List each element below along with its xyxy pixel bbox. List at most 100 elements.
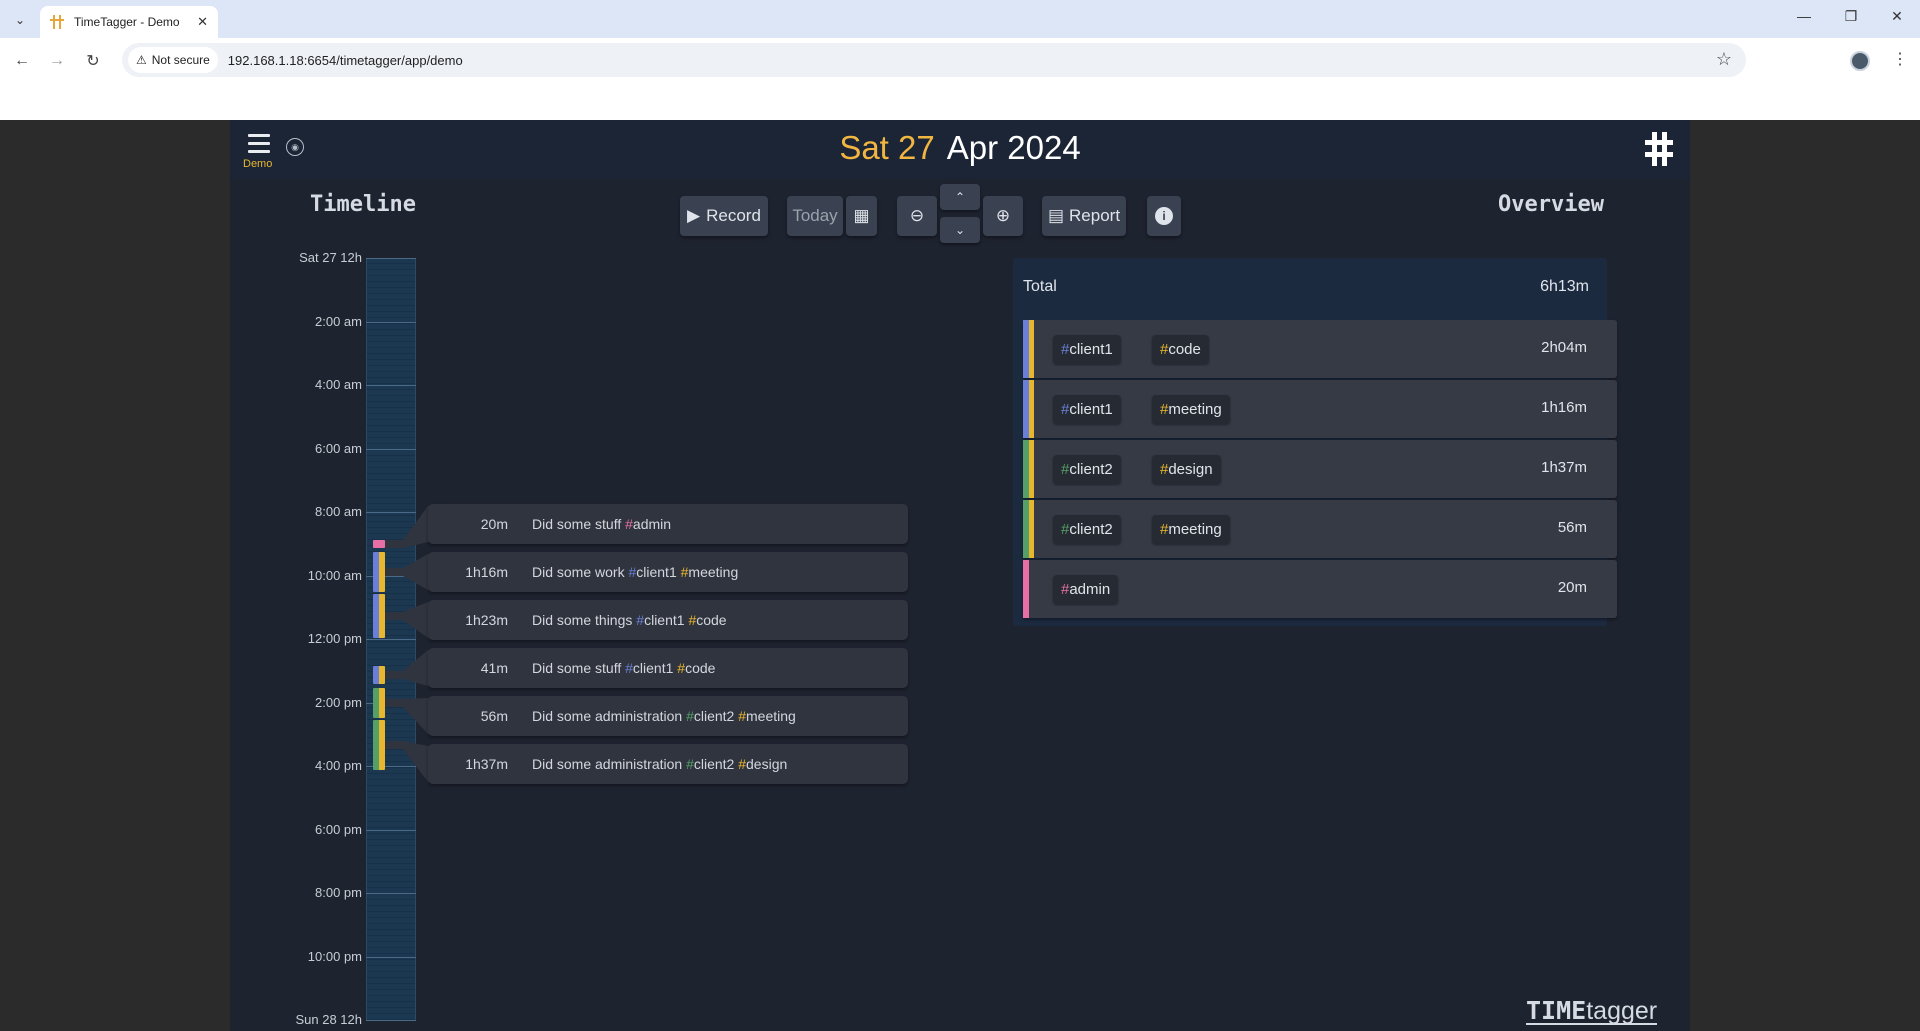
tag-chip[interactable]: # design <box>1152 455 1221 484</box>
tag-chip[interactable]: # meeting <box>1152 515 1230 544</box>
timeline-tick <box>366 956 416 958</box>
record-text: Did some administration <box>532 708 687 724</box>
timeline-tick-label: 10:00 am <box>307 567 362 583</box>
timeline-tick-label: 2:00 pm <box>315 694 362 710</box>
today-label: Today <box>792 206 838 225</box>
address-bar[interactable]: ⚠ Not secure 192.168.1.18:6654/timetagge… <box>122 43 1746 77</box>
tag-chip-label: client2 <box>1069 521 1113 538</box>
timeline-tick <box>366 321 416 323</box>
scroll-up-button[interactable]: ⌃ <box>940 184 980 210</box>
current-date[interactable]: Sat 27 Apr 2024 <box>230 129 1690 167</box>
timeline-tick-label: 4:00 pm <box>315 758 362 773</box>
tag-hash: # <box>1061 581 1070 598</box>
tab-search-icon[interactable]: ⌄ <box>8 8 32 32</box>
record-tag[interactable]: design <box>746 756 787 772</box>
overview-row[interactable]: # client2 # meeting 56m <box>1023 500 1617 558</box>
row-color-stripe-secondary <box>1029 320 1034 378</box>
tag-chip-label: admin <box>1069 581 1111 598</box>
zoom-in-button[interactable]: ⊕ <box>983 196 1023 236</box>
browser-tab[interactable]: TimeTagger - Demo ✕ <box>40 6 218 38</box>
tag-chip[interactable]: # code <box>1152 335 1209 364</box>
profile-avatar[interactable] <box>1850 51 1870 71</box>
back-icon[interactable]: ← <box>10 49 34 73</box>
timeline-bar-client2-design[interactable] <box>373 720 385 770</box>
timetagger-brand-logo[interactable]: TIMEtagger <box>1526 997 1658 1025</box>
report-button[interactable]: ▤ Report <box>1042 196 1126 236</box>
timeline-record[interactable]: 41m Did some stuff #client1 #code <box>428 648 908 688</box>
info-button[interactable]: i <box>1147 196 1181 236</box>
forward-icon[interactable]: → <box>45 49 69 73</box>
timeline-tick <box>366 258 416 259</box>
bookmark-star-icon[interactable]: ☆ <box>1716 49 1732 70</box>
zoom-out-button[interactable]: ⊖ <box>897 196 937 236</box>
calendar-button[interactable]: ▦ <box>846 196 877 236</box>
timeline-record[interactable]: 56m Did some administration #client2 #mee… <box>428 696 908 736</box>
tag-hash: # <box>738 708 747 724</box>
overview-row-value: 1h37m <box>1541 459 1587 476</box>
tag-hash: # <box>1061 401 1070 418</box>
record-tag[interactable]: meeting <box>746 708 796 724</box>
timeline-record[interactable]: 1h16m Did some work #client1 #meeting <box>428 552 908 592</box>
record-tag[interactable]: client1 <box>636 564 676 580</box>
record-tag[interactable]: client2 <box>694 756 734 772</box>
row-color-stripe-secondary <box>1029 500 1034 558</box>
timeline-bar-client1-code-2[interactable] <box>373 666 385 684</box>
row-color-stripe-secondary <box>1029 380 1034 438</box>
overview-row[interactable]: # client1 # code 2h04m <box>1023 320 1617 378</box>
restore-icon[interactable]: ❐ <box>1841 8 1861 25</box>
tag-chip[interactable]: # admin <box>1053 575 1119 604</box>
url-text[interactable]: 192.168.1.18:6654/timetagger/app/demo <box>228 53 463 68</box>
overview-row[interactable]: # client1 # meeting 1h16m <box>1023 380 1617 438</box>
tag-hash: # <box>677 660 686 676</box>
timeline-bar-client2-meeting[interactable] <box>373 688 385 718</box>
tag-hash: # <box>1160 461 1169 478</box>
timeline-tick-label: Sun 28 12h <box>295 1012 362 1027</box>
timetagger-logo-icon[interactable] <box>1645 132 1673 166</box>
scroll-down-button[interactable]: ⌄ <box>940 217 980 243</box>
tag-chip-label: meeting <box>1168 401 1222 418</box>
record-button[interactable]: ▶ Record <box>680 196 768 236</box>
record-description: Did some stuff #client1 #code <box>532 660 715 676</box>
tag-chip[interactable]: # client1 <box>1053 335 1121 364</box>
tag-chip[interactable]: # client2 <box>1053 455 1121 484</box>
overview-row[interactable]: # client2 # design 1h37m <box>1023 440 1617 498</box>
overview-row[interactable]: # admin 20m <box>1023 560 1617 618</box>
browser-menu-icon[interactable]: ⋮ <box>1892 49 1908 69</box>
tag-chip-label: client2 <box>1069 461 1113 478</box>
timeline-record[interactable]: 20m Did some stuff #admin <box>428 504 908 544</box>
security-indicator[interactable]: ⚠ Not secure <box>128 47 218 73</box>
timeline-record[interactable]: 1h37m Did some administration #client2 #d… <box>428 744 908 784</box>
record-tag[interactable]: client2 <box>694 708 734 724</box>
record-label: Record <box>706 206 761 225</box>
tag-chip[interactable]: # client2 <box>1053 515 1121 544</box>
tag-hash: # <box>1061 521 1070 538</box>
record-duration: 41m <box>480 660 508 676</box>
timeline-tick <box>366 893 416 894</box>
tag-chip[interactable]: # meeting <box>1152 395 1230 424</box>
record-tag[interactable]: code <box>685 660 715 676</box>
record-tag[interactable]: client1 <box>644 612 684 628</box>
tag-chip[interactable]: # client1 <box>1053 395 1121 424</box>
timeline-bar-client1-meeting[interactable] <box>373 552 385 592</box>
minimize-icon[interactable]: — <box>1794 8 1814 24</box>
timeline-tick <box>366 829 416 831</box>
today-button[interactable]: Today <box>787 196 843 236</box>
record-tag[interactable]: client1 <box>633 660 673 676</box>
timeline-tick-label: 12:00 pm <box>307 631 362 646</box>
overview-row-value: 1h16m <box>1541 399 1587 416</box>
timeline-record[interactable]: 1h23m Did some things #client1 #code <box>428 600 908 640</box>
record-tag[interactable]: code <box>696 612 726 628</box>
date-month-year: Apr 2024 <box>946 129 1081 166</box>
timetagger-favicon-icon <box>50 15 64 29</box>
tab-close-icon[interactable]: ✕ <box>197 14 208 30</box>
timeline-bar-admin[interactable] <box>373 540 385 548</box>
brand-part2: tagger <box>1586 997 1658 1025</box>
record-tag[interactable]: meeting <box>688 564 738 580</box>
zoom-out-icon: ⊖ <box>909 206 925 225</box>
timeline-bar-client1-code[interactable] <box>373 594 385 638</box>
reload-icon[interactable]: ↻ <box>81 49 105 73</box>
timeline-tick-label: 4:00 am <box>315 377 362 392</box>
document-icon: ▤ <box>1047 206 1065 225</box>
record-tag[interactable]: admin <box>633 516 671 532</box>
window-close-icon[interactable]: ✕ <box>1887 8 1907 25</box>
